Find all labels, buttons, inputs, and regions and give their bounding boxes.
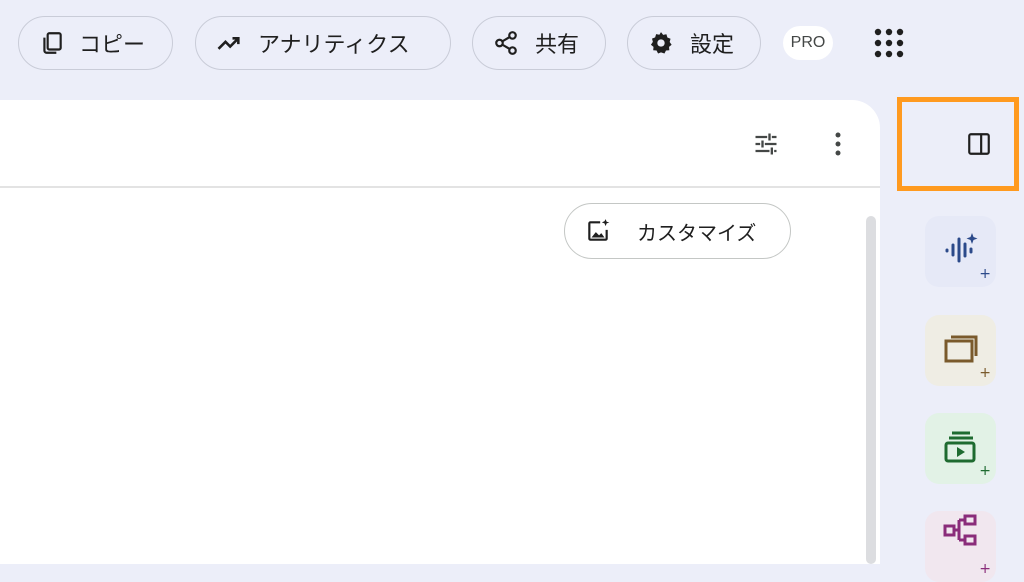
top-toolbar: コピー アナリティクス 共有 設定 PRO: [0, 0, 1024, 96]
settings-label: 設定: [690, 33, 735, 58]
add-plus: +: [979, 266, 991, 282]
analytics-button[interactable]: アナリティクス: [195, 16, 451, 70]
apps-grid-icon[interactable]: [872, 26, 906, 60]
add-plus: +: [979, 561, 991, 577]
share-icon: [491, 28, 521, 58]
image-sparkle-icon: [585, 218, 611, 244]
customize-button[interactable]: カスタマイズ: [564, 203, 791, 259]
gear-icon: [646, 28, 676, 58]
pro-badge: PRO: [783, 26, 833, 60]
flashcards-icon: [941, 329, 981, 373]
flashcards-tile[interactable]: +: [925, 315, 996, 386]
audio-overview-tile[interactable]: +: [925, 216, 996, 287]
toggle-side-panel-button[interactable]: [900, 100, 1014, 188]
analytics-label: アナリティクス: [258, 33, 410, 58]
share-label: 共有: [535, 33, 580, 58]
share-button[interactable]: 共有: [472, 16, 606, 70]
settings-button[interactable]: 設定: [627, 16, 761, 70]
scrollbar[interactable]: [866, 216, 876, 564]
side-panel-icon: [966, 131, 992, 161]
audio-sparkle-icon: [941, 230, 981, 274]
video-overview-icon: [941, 427, 981, 471]
mind-map-tile[interactable]: +: [925, 511, 996, 582]
video-overview-tile[interactable]: +: [925, 413, 996, 484]
copy-icon: [37, 28, 67, 58]
customize-label: カスタマイズ: [637, 220, 757, 245]
mind-map-icon: [941, 510, 981, 554]
main-panel: カスタマイズ: [0, 100, 880, 564]
copy-label: コピー: [79, 33, 146, 58]
panel-header: [0, 100, 880, 188]
add-plus: +: [979, 463, 991, 479]
add-plus: +: [979, 365, 991, 381]
tune-icon[interactable]: [752, 130, 780, 158]
more-vert-icon[interactable]: [826, 130, 850, 158]
copy-button[interactable]: コピー: [18, 16, 173, 70]
trending-up-icon: [214, 28, 244, 58]
